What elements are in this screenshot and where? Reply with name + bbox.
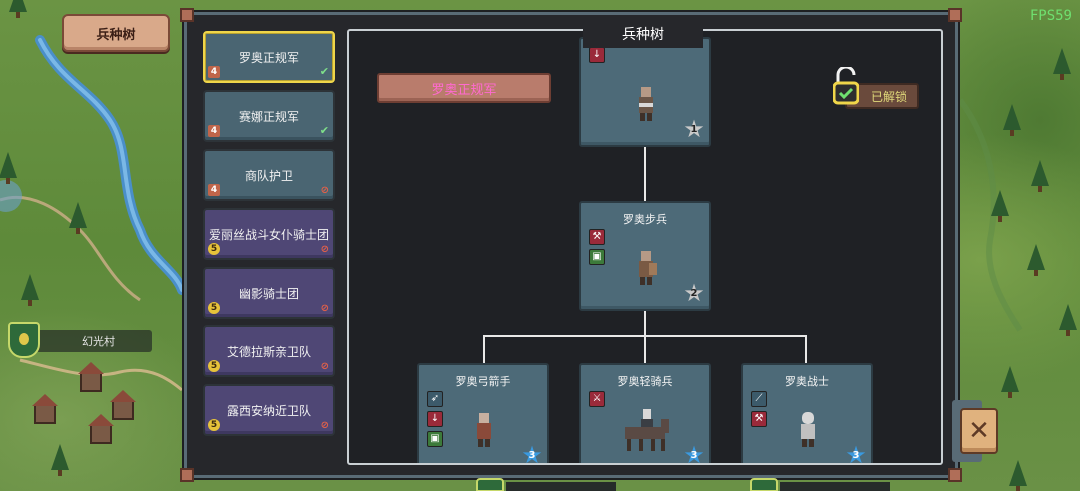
bow-icon: ➶ xyxy=(427,391,443,407)
fps-counter: FPS59 xyxy=(1029,8,1072,24)
shield-icon: ▣ xyxy=(589,249,605,265)
tier-badge: 4 xyxy=(208,125,220,137)
sword-down-icon: ↓ xyxy=(427,411,443,427)
tier-star-icon: 3 xyxy=(683,441,705,463)
unlocked-check-icon: ✔ xyxy=(319,65,329,78)
unit-name: 罗奥步兵 xyxy=(623,213,667,226)
warrior-sprite-icon xyxy=(801,412,815,447)
faction-item-0[interactable]: 罗奥正规军 4 ✔ xyxy=(203,31,335,83)
panel-corner xyxy=(948,468,962,482)
close-x-icon: ✕ xyxy=(968,416,990,446)
archer-sprite-icon xyxy=(477,413,491,447)
village-name: 幻光村 xyxy=(82,335,115,348)
village-shield-icon[interactable] xyxy=(750,478,778,491)
unit-node-roao-light-cavalry[interactable]: 罗奥轻骑兵 ⚔ 3 xyxy=(579,363,711,463)
tier-badge: 4 xyxy=(208,66,220,78)
village-shield-icon[interactable] xyxy=(8,322,40,358)
sword-icon: ⚔ xyxy=(589,391,605,407)
unit-tree-canvas[interactable]: 罗奥正规军 已解锁 ↓ 1 罗奥步兵 ⚒ ▣ xyxy=(347,29,943,465)
unit-node-roao-infantry[interactable]: 罗奥步兵 ⚒ ▣ 2 xyxy=(579,201,711,311)
panel-corner xyxy=(180,468,194,482)
tier-star-icon: 3 xyxy=(521,441,543,463)
unit-tier: 1 xyxy=(690,124,698,135)
axe-icon: ⚒ xyxy=(751,411,767,427)
unit-tree-top-button-label: 兵种树 xyxy=(96,27,136,43)
village-house xyxy=(88,414,114,444)
village-house xyxy=(32,394,58,424)
village-name-plate[interactable]: 幻光村 xyxy=(36,330,152,352)
tier-badge: 5 xyxy=(208,360,220,372)
village-shield-icon[interactable] xyxy=(476,478,504,491)
faction-name: 罗奥正规军 xyxy=(238,51,299,65)
tree-title: 兵种树 xyxy=(583,22,703,48)
locked-icon: ⊘ xyxy=(320,361,329,372)
faction-name: 幽影骑士团 xyxy=(238,287,299,301)
panel-corner xyxy=(180,8,194,22)
bottom-village-badges xyxy=(476,478,896,491)
spear-icon: ⟋ xyxy=(751,391,767,407)
faction-name: 艾德拉斯亲卫队 xyxy=(226,345,311,359)
infantry-sprite-icon xyxy=(639,251,657,285)
faction-item-4[interactable]: 幽影骑士团 5 ⊘ xyxy=(203,267,335,319)
unit-node-tier1[interactable]: ↓ 1 xyxy=(579,37,711,147)
axe-icon: ⚒ xyxy=(589,229,605,245)
unit-tier: 3 xyxy=(690,450,698,461)
village-house xyxy=(78,362,104,392)
locked-icon: ⊘ xyxy=(320,185,329,196)
panel-corner xyxy=(948,8,962,22)
infantry-sprite-icon xyxy=(639,87,653,121)
tier-badge: 5 xyxy=(208,419,220,431)
unit-name: 罗奥战士 xyxy=(785,375,829,388)
cavalry-sprite-icon xyxy=(625,409,669,451)
locked-icon: ⊘ xyxy=(320,420,329,431)
faction-item-5[interactable]: 艾德拉斯亲卫队 5 ⊘ xyxy=(203,325,335,377)
unlock-status-text: 已解锁 xyxy=(870,89,907,104)
unit-name: 罗奥轻骑兵 xyxy=(617,375,673,388)
faction-name: 露西安纳近卫队 xyxy=(226,404,311,418)
selected-faction-tag: 罗奥正规军 xyxy=(377,73,551,103)
tier-badge: 5 xyxy=(208,302,220,314)
tree-connector xyxy=(805,335,807,363)
unlocked-check-icon: ✔ xyxy=(319,124,329,137)
faction-item-3[interactable]: 爱丽丝战斗女仆骑士团 5 ⊘ xyxy=(203,208,335,260)
open-padlock-icon xyxy=(833,67,859,105)
faction-name: 赛娜正规军 xyxy=(238,110,299,124)
faction-name: 商队护卫 xyxy=(244,169,293,183)
faction-item-6[interactable]: 露西安纳近卫队 5 ⊘ xyxy=(203,384,335,436)
locked-icon: ⊘ xyxy=(320,303,329,314)
tree-connector xyxy=(483,335,807,337)
locked-icon: ⊘ xyxy=(320,244,329,255)
unit-tier: 2 xyxy=(690,288,698,299)
unit-name: 罗奥弓箭手 xyxy=(455,375,511,388)
unit-tree-panel: 罗奥正规军 4 ✔ 赛娜正规军 4 ✔ 商队护卫 4 ⊘ 爱丽丝战斗女仆骑士团 … xyxy=(180,8,962,482)
unit-node-roao-archer[interactable]: 罗奥弓箭手 ➶ ↓ ▣ 3 xyxy=(417,363,549,463)
faction-item-2[interactable]: 商队护卫 4 ⊘ xyxy=(203,149,335,201)
village-name-plate[interactable] xyxy=(506,482,616,491)
unit-tree-top-button[interactable]: 兵种树 xyxy=(62,14,170,52)
unit-tier: 3 xyxy=(852,450,860,461)
close-button[interactable]: ✕ xyxy=(960,408,998,454)
tier-badge: 5 xyxy=(208,243,220,255)
unit-tier: 3 xyxy=(528,450,536,461)
shield-icon: ▣ xyxy=(427,431,443,447)
tier-star-icon: 1 xyxy=(683,115,705,143)
tree-connector xyxy=(483,335,485,363)
tier-star-icon: 3 xyxy=(845,441,867,463)
selected-faction-name: 罗奥正规军 xyxy=(431,82,497,98)
village-name-plate[interactable] xyxy=(780,482,890,491)
tier-star-icon: 2 xyxy=(683,279,705,307)
faction-item-1[interactable]: 赛娜正规军 4 ✔ xyxy=(203,90,335,142)
village-house xyxy=(110,390,136,420)
tree-connector xyxy=(644,147,646,203)
sword-down-icon: ↓ xyxy=(589,47,605,63)
tier-badge: 4 xyxy=(208,184,220,196)
faction-name: 爱丽丝战斗女仆骑士团 xyxy=(208,228,329,242)
unit-node-roao-warrior[interactable]: 罗奥战士 ⟋ ⚒ 3 xyxy=(741,363,873,463)
